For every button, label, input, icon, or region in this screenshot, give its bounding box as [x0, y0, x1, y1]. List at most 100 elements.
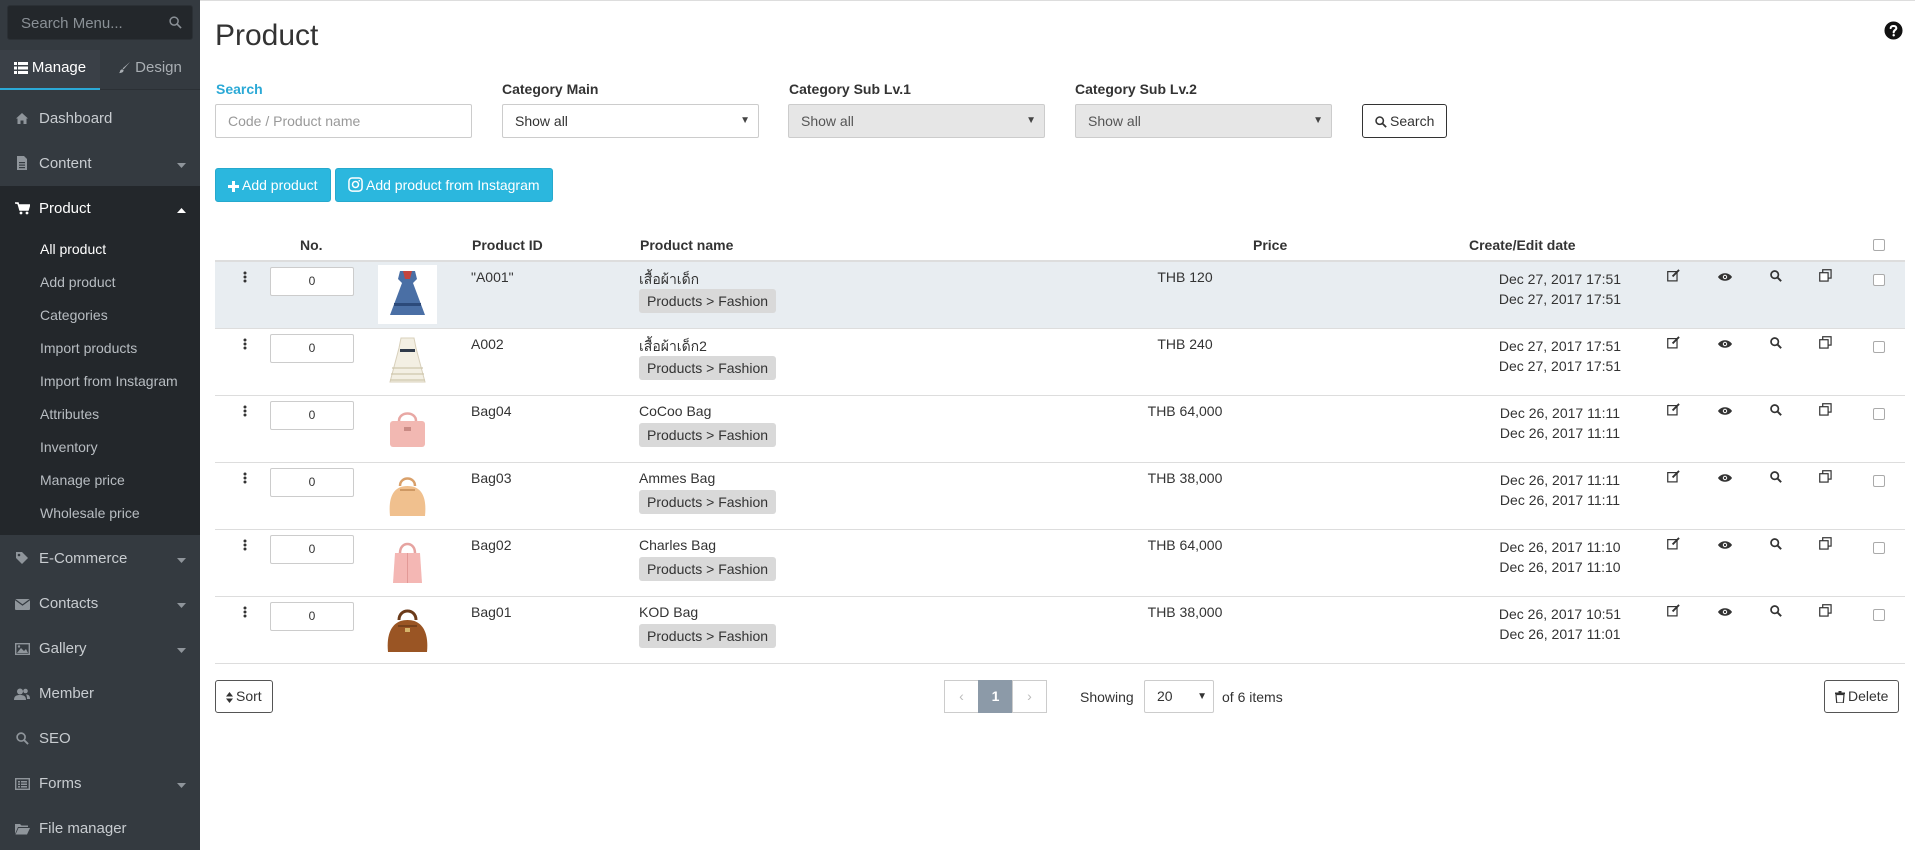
pager-page-button[interactable]: 1: [978, 680, 1013, 713]
sidebar-item-file-manager[interactable]: File manager: [0, 806, 200, 851]
sidebar-item-seo[interactable]: SEO: [0, 716, 200, 761]
eye-icon[interactable]: [1718, 470, 1732, 487]
eye-icon[interactable]: [1718, 537, 1732, 554]
product-name[interactable]: เสื้อผ้าเด็ก: [639, 269, 699, 291]
table-row[interactable]: 0 Bag02 Charles Bag Products > Fashion T…: [215, 530, 1905, 597]
submenu-import-instagram[interactable]: Import from Instagram: [40, 373, 178, 389]
edit-icon[interactable]: [1667, 470, 1680, 487]
submenu-all-product[interactable]: All product: [40, 241, 106, 257]
row-checkbox[interactable]: [1873, 408, 1885, 420]
row-checkbox[interactable]: [1873, 341, 1885, 353]
row-checkbox[interactable]: [1873, 274, 1885, 286]
tab-design[interactable]: Design: [100, 50, 200, 90]
eye-icon[interactable]: [1718, 604, 1732, 621]
search-icon[interactable]: [1770, 403, 1782, 420]
row-checkbox[interactable]: [1873, 542, 1885, 554]
submenu-inventory[interactable]: Inventory: [40, 439, 98, 455]
delete-button[interactable]: Delete: [1824, 680, 1900, 713]
product-name[interactable]: Charles Bag: [639, 537, 716, 553]
sidebar-item-gallery[interactable]: Gallery: [0, 626, 200, 671]
order-input[interactable]: 0: [270, 602, 354, 631]
edit-icon[interactable]: [1667, 403, 1680, 420]
order-input[interactable]: 0: [270, 535, 354, 564]
eye-icon[interactable]: [1718, 403, 1732, 420]
question-circle-icon[interactable]: [1884, 21, 1903, 44]
drag-handle-icon[interactable]: [243, 605, 247, 622]
drag-handle-icon[interactable]: [243, 337, 247, 354]
category-sub2-select[interactable]: Show all ▼: [1075, 104, 1332, 138]
order-input[interactable]: 0: [270, 468, 354, 497]
sort-button[interactable]: Sort: [215, 680, 273, 713]
product-thumbnail: [378, 265, 437, 324]
search-icon[interactable]: [1770, 537, 1782, 554]
eye-icon[interactable]: [1718, 336, 1732, 353]
eye-icon[interactable]: [1718, 269, 1732, 286]
search-input[interactable]: Code / Product name: [215, 104, 472, 138]
per-page-select[interactable]: 20 ▼: [1144, 680, 1214, 713]
drag-handle-icon[interactable]: [243, 538, 247, 555]
submenu-add-product[interactable]: Add product: [40, 274, 116, 290]
row-checkbox[interactable]: [1873, 475, 1885, 487]
sidebar-item-member[interactable]: Member: [0, 671, 200, 716]
search-button[interactable]: Search: [1362, 104, 1448, 138]
sidebar-item-ecommerce[interactable]: E-Commerce: [0, 536, 200, 581]
submenu-categories[interactable]: Categories: [40, 307, 108, 323]
search-icon[interactable]: [1770, 336, 1782, 353]
copy-icon[interactable]: [1819, 269, 1832, 286]
file-icon: [14, 141, 30, 186]
submenu-attributes[interactable]: Attributes: [40, 406, 99, 422]
table-row[interactable]: 0 Bag01 KOD Bag Products > Fashion THB 3…: [215, 597, 1905, 664]
drag-handle-icon[interactable]: [243, 404, 247, 421]
product-dates: Dec 26, 2017 11:10 Dec 26, 2017 11:10: [1460, 537, 1660, 577]
edit-icon[interactable]: [1667, 604, 1680, 621]
drag-handle-icon[interactable]: [243, 270, 247, 287]
product-name[interactable]: KOD Bag: [639, 604, 698, 620]
tab-manage[interactable]: Manage: [0, 50, 100, 90]
sidebar-item-dashboard[interactable]: Dashboard: [0, 96, 200, 141]
copy-icon[interactable]: [1819, 470, 1832, 487]
product-dates: Dec 27, 2017 17:51 Dec 27, 2017 17:51: [1460, 269, 1660, 309]
order-input[interactable]: 0: [270, 267, 354, 296]
edit-icon[interactable]: [1667, 537, 1680, 554]
edit-icon[interactable]: [1667, 269, 1680, 286]
sidebar-item-forms[interactable]: Forms: [0, 761, 200, 806]
table-row[interactable]: 0 A002 เสื้อผ้าเด็ก2 Products > Fashion …: [215, 329, 1905, 396]
table-row[interactable]: 0 "A001" เสื้อผ้าเด็ก Products > Fashion…: [215, 262, 1905, 329]
pager-next-button[interactable]: ›: [1012, 680, 1047, 713]
submenu-import-products[interactable]: Import products: [40, 340, 137, 356]
row-checkbox[interactable]: [1873, 609, 1885, 621]
product-thumbnail: [378, 600, 437, 659]
product-name[interactable]: เสื้อผ้าเด็ก2: [639, 336, 707, 358]
search-icon[interactable]: [1770, 604, 1782, 621]
product-price: THB 64,000: [1147, 537, 1223, 553]
category-sub1-select[interactable]: Show all ▼: [788, 104, 1045, 138]
sidebar-item-label: Contacts: [39, 595, 99, 612]
product-name[interactable]: CoCoo Bag: [639, 403, 711, 419]
sidebar-item-content[interactable]: Content: [0, 141, 200, 186]
pager-prev-button[interactable]: ‹: [944, 680, 979, 713]
edit-icon[interactable]: [1667, 336, 1680, 353]
sidebar-item-contacts[interactable]: Contacts: [0, 581, 200, 626]
drag-handle-icon[interactable]: [243, 471, 247, 488]
copy-icon[interactable]: [1819, 336, 1832, 353]
sidebar-search-input[interactable]: Search Menu...: [21, 15, 123, 32]
order-input[interactable]: 0: [270, 401, 354, 430]
add-from-instagram-button[interactable]: Add product from Instagram: [335, 168, 553, 202]
submenu-manage-price[interactable]: Manage price: [40, 472, 125, 488]
copy-icon[interactable]: [1819, 403, 1832, 420]
search-icon[interactable]: [1770, 470, 1782, 487]
order-input[interactable]: 0: [270, 334, 354, 363]
copy-icon[interactable]: [1819, 604, 1832, 621]
search-icon[interactable]: [1770, 269, 1782, 286]
category-main-select[interactable]: Show all ▼: [502, 104, 759, 138]
sidebar-search[interactable]: Search Menu...: [7, 5, 193, 40]
sidebar-item-product[interactable]: Product: [0, 186, 200, 231]
table-row[interactable]: 0 Bag03 Ammes Bag Products > Fashion THB…: [215, 463, 1905, 530]
select-all-checkbox[interactable]: [1873, 239, 1885, 251]
product-name[interactable]: Ammes Bag: [639, 470, 715, 486]
add-product-button[interactable]: Add product: [215, 168, 331, 202]
table-row[interactable]: 0 Bag04 CoCoo Bag Products > Fashion THB…: [215, 396, 1905, 463]
submenu-wholesale-price[interactable]: Wholesale price: [40, 505, 140, 521]
search-icon[interactable]: [169, 16, 182, 33]
copy-icon[interactable]: [1819, 537, 1832, 554]
